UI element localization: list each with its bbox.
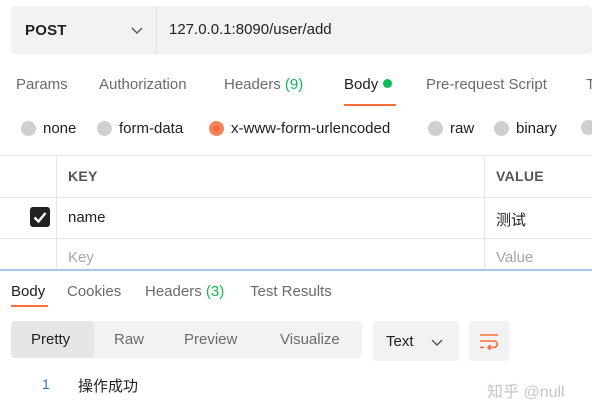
key-column-header: KEY (68, 168, 98, 184)
table-header-border (0, 197, 592, 198)
tab-headers[interactable]: Headers (9) (224, 76, 303, 93)
radio-circle-icon (428, 121, 443, 136)
line-number: 1 (42, 376, 50, 392)
response-tab-cookies[interactable]: Cookies (67, 283, 121, 300)
url-bar: POST 127.0.0.1:8090/user/add (11, 6, 592, 54)
chevron-down-icon (431, 339, 443, 346)
radio-binary-label: binary (516, 120, 557, 137)
table-row-border (0, 238, 592, 239)
view-visualize-button[interactable]: Visualize (280, 331, 340, 348)
radio-none[interactable]: none (21, 120, 76, 137)
response-tab-test-results[interactable]: Test Results (250, 283, 332, 300)
new-key-input[interactable]: Key (68, 249, 94, 266)
row-enabled-checkbox[interactable] (30, 207, 50, 227)
tab-headers-count: (9) (284, 76, 304, 93)
view-pretty-label[interactable]: Pretty (31, 331, 70, 348)
radio-urlencoded[interactable]: x-www-form-urlencoded (209, 120, 390, 137)
radio-graphql[interactable] (581, 120, 592, 135)
chevron-down-icon[interactable] (130, 23, 144, 37)
radio-raw[interactable]: raw (428, 120, 474, 137)
response-body-text: 操作成功 (78, 378, 139, 395)
body-active-indicator-icon (383, 79, 393, 88)
value-column-header: VALUE (496, 168, 544, 184)
response-active-tab-underline (11, 305, 48, 307)
radio-binary[interactable]: binary (494, 120, 557, 137)
format-select[interactable]: Text (373, 321, 459, 361)
view-preview-button[interactable]: Preview (184, 331, 237, 348)
new-value-input[interactable]: Value (496, 249, 533, 266)
param-value-cell[interactable]: 测试 (496, 209, 526, 230)
tab-body-label: Body (344, 76, 379, 93)
tab-params[interactable]: Params (16, 76, 68, 93)
radio-form-data-label: form-data (119, 120, 184, 137)
method-label: POST (25, 21, 67, 39)
tab-tests[interactable]: T (586, 76, 592, 93)
response-tab-headers-count: (3) (205, 283, 225, 300)
radio-selected-icon (209, 121, 224, 136)
format-select-label: Text (386, 333, 414, 350)
response-view-switcher: Pretty Raw Preview Visualize (11, 321, 362, 358)
radio-circle-icon (21, 121, 36, 136)
tab-headers-label: Headers (224, 76, 281, 93)
param-key-cell[interactable]: name (68, 209, 106, 226)
radio-raw-label: raw (450, 120, 475, 137)
checkmark-icon (33, 212, 47, 224)
radio-circle-icon (581, 120, 592, 135)
radio-circle-icon (97, 121, 112, 136)
response-tab-body[interactable]: Body (11, 283, 45, 300)
tab-body[interactable]: Body (344, 76, 393, 93)
pane-resize-divider[interactable] (0, 269, 592, 271)
radio-form-data[interactable]: form-data (97, 120, 183, 137)
radio-circle-icon (494, 121, 509, 136)
wrap-lines-icon (480, 334, 498, 350)
watermark: 知乎 @null (487, 384, 565, 401)
radio-none-label: none (43, 120, 77, 137)
tab-authorization[interactable]: Authorization (99, 76, 187, 93)
table-top-border (0, 155, 592, 156)
radio-urlencoded-label: x-www-form-urlencoded (231, 120, 391, 137)
url-divider (156, 6, 157, 54)
wrap-lines-button[interactable] (469, 321, 509, 361)
active-tab-underline (344, 104, 396, 106)
table-column-divider (484, 155, 485, 269)
table-column-divider (56, 155, 57, 269)
view-raw-button[interactable]: Raw (114, 331, 144, 348)
tab-pre-request-script[interactable]: Pre-request Script (426, 76, 547, 93)
response-tab-headers[interactable]: Headers (3) (145, 283, 224, 300)
url-input[interactable]: 127.0.0.1:8090/user/add (169, 21, 332, 38)
response-tab-headers-label: Headers (145, 283, 202, 300)
